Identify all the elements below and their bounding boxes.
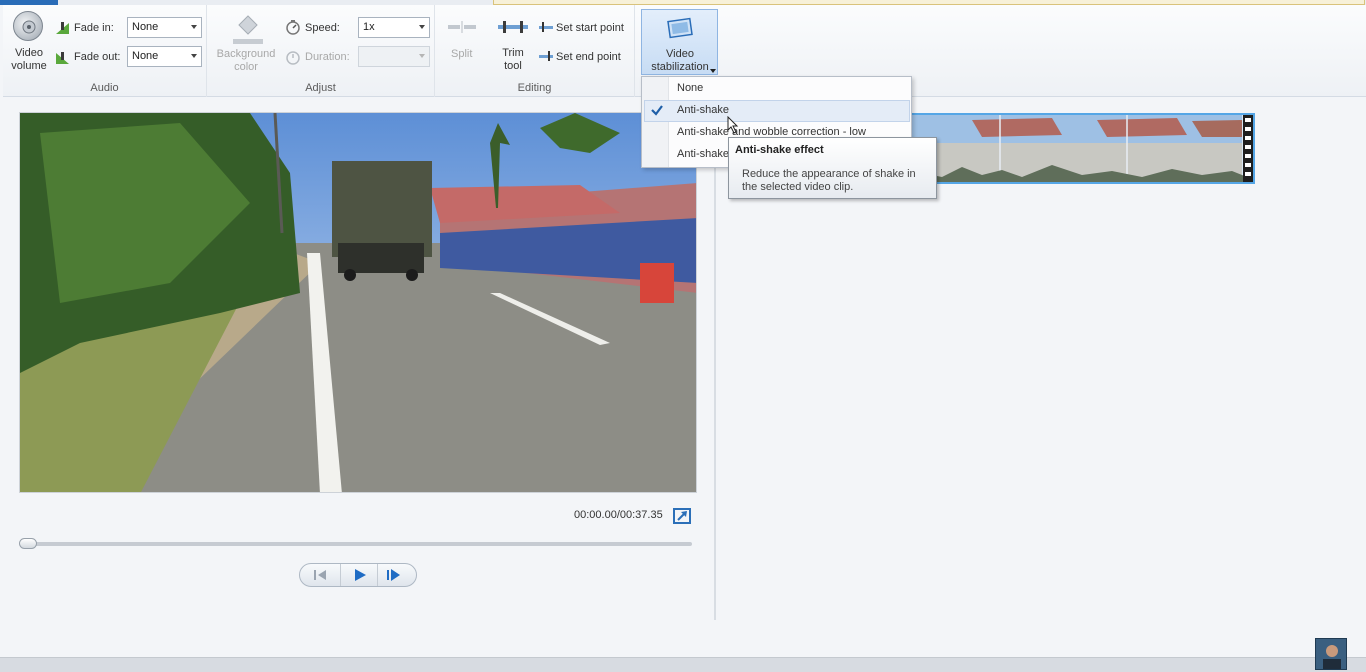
tooltip: Anti-shake effect Reduce the appearance … bbox=[728, 137, 937, 199]
speed-value: 1x bbox=[363, 21, 375, 33]
menu-item-anti-shake[interactable]: Anti-shake bbox=[642, 99, 913, 121]
paint-bucket-icon[interactable] bbox=[231, 11, 265, 48]
tooltip-title: Anti-shake effect bbox=[735, 144, 824, 156]
chevron-down-icon bbox=[419, 25, 425, 29]
chevron-down-icon bbox=[710, 69, 716, 73]
video-stabilization-label: Video stabilization bbox=[651, 48, 709, 73]
duration-select[interactable] bbox=[358, 46, 430, 67]
adjust-group-label: Adjust bbox=[305, 82, 336, 94]
seek-thumb[interactable] bbox=[19, 538, 37, 549]
fullscreen-icon[interactable] bbox=[673, 508, 691, 524]
split-label[interactable]: Split bbox=[451, 48, 472, 60]
split-icon[interactable] bbox=[447, 21, 477, 36]
menu-item-label: Anti-shake bbox=[677, 104, 729, 116]
fade-in-value: None bbox=[132, 21, 159, 33]
speed-select[interactable]: 1x bbox=[358, 17, 430, 38]
chevron-down-icon bbox=[191, 25, 197, 29]
set-end-point-label[interactable]: Set end point bbox=[556, 51, 621, 63]
fade-out-select[interactable]: None bbox=[127, 46, 202, 67]
audio-group: Video volume Fade in: None Fade out: Non… bbox=[3, 5, 207, 97]
clip-thumbnails bbox=[902, 115, 1253, 182]
duration-icon bbox=[285, 49, 301, 68]
fade-out-icon bbox=[55, 50, 71, 69]
chevron-down-icon bbox=[191, 54, 197, 58]
checkmark-icon bbox=[650, 103, 664, 120]
fade-in-select[interactable]: None bbox=[127, 17, 202, 38]
speed-icon bbox=[285, 19, 301, 38]
editing-group-label: Editing bbox=[517, 82, 552, 94]
fade-out-label: Fade out: bbox=[74, 51, 121, 63]
speed-label: Speed: bbox=[305, 22, 340, 34]
menu-item-label: Anti-shake bbox=[677, 148, 729, 160]
speaker-icon[interactable] bbox=[13, 11, 43, 41]
playback-controls bbox=[299, 563, 417, 587]
previous-frame-icon bbox=[314, 570, 326, 580]
background-color-label[interactable]: Background color bbox=[213, 48, 279, 74]
menu-item-label: None bbox=[677, 82, 704, 94]
storyboard-clip[interactable] bbox=[900, 113, 1255, 184]
status-bar bbox=[0, 657, 1366, 672]
next-frame-icon bbox=[387, 569, 400, 581]
pane-divider[interactable] bbox=[714, 100, 716, 620]
video-volume-label[interactable]: Video volume bbox=[11, 47, 47, 73]
adjust-group: Background color Speed: 1x Duration: Adj… bbox=[207, 5, 435, 97]
trim-icon[interactable] bbox=[497, 21, 529, 36]
next-frame-button[interactable] bbox=[378, 564, 416, 586]
seek-bar[interactable] bbox=[20, 542, 692, 546]
fade-in-icon bbox=[55, 20, 71, 39]
menu-item-none[interactable]: None bbox=[642, 77, 913, 99]
set-start-point-icon[interactable] bbox=[539, 21, 553, 36]
avatar bbox=[1315, 638, 1347, 670]
video-stabilization-button[interactable]: Video stabilization bbox=[641, 9, 718, 75]
video-preview[interactable] bbox=[19, 112, 697, 493]
video-frame bbox=[20, 113, 696, 492]
play-button[interactable] bbox=[340, 564, 378, 586]
trim-tool-label[interactable]: Trim tool bbox=[497, 47, 529, 73]
fade-in-label: Fade in: bbox=[74, 22, 114, 34]
duration-label: Duration: bbox=[305, 51, 350, 63]
play-icon bbox=[355, 569, 366, 581]
audio-group-label: Audio bbox=[90, 82, 119, 94]
timecode: 00:00.00/00:37.35 bbox=[574, 509, 663, 521]
previous-frame-button[interactable] bbox=[302, 564, 340, 586]
tooltip-body: Reduce the appearance of shake in the se… bbox=[742, 168, 916, 193]
set-end-point-icon[interactable] bbox=[539, 50, 553, 65]
editing-group: Split Trim tool Set start point Set end … bbox=[435, 5, 635, 97]
stabilization-icon bbox=[664, 14, 696, 47]
set-start-point-label[interactable]: Set start point bbox=[556, 22, 624, 34]
chevron-down-icon bbox=[419, 54, 425, 58]
fade-out-value: None bbox=[132, 50, 159, 62]
mouse-cursor-icon bbox=[727, 115, 739, 137]
